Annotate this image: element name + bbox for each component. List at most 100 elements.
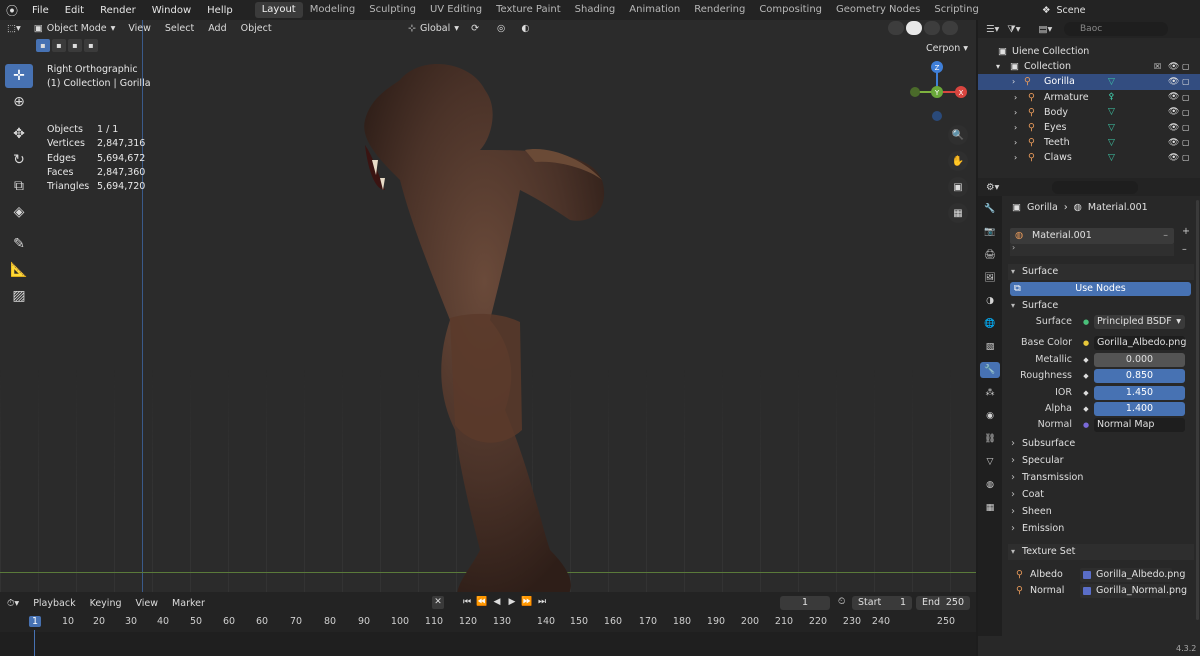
outliner-row-body[interactable]: › ⚲ Body ▽ 👁 ▢	[978, 105, 1200, 120]
data-tab-icon[interactable]: ▽	[980, 454, 1000, 470]
menu-edit[interactable]: Edit	[57, 5, 92, 16]
texture-set-panel-header[interactable]: Texture Set	[1008, 544, 1194, 560]
tool-tab-icon[interactable]: 🔧	[980, 201, 1000, 217]
tab-layout[interactable]: Layout	[254, 2, 303, 18]
blender-logo-icon[interactable]: ⦿	[0, 2, 24, 19]
select-new-icon[interactable]: ▪	[36, 39, 50, 52]
select-extend-icon[interactable]: ▪	[52, 39, 66, 52]
render-tab-icon[interactable]: 📷	[980, 224, 1000, 240]
editor-type-icon[interactable]: ⬚▾	[0, 23, 28, 34]
tab-shading[interactable]: Shading	[568, 2, 623, 18]
cursor-tool-icon[interactable]: ⊕	[5, 90, 33, 114]
chevron-right-icon[interactable]: ›	[1014, 138, 1017, 147]
menu-help[interactable]: Hellp	[199, 5, 241, 16]
eye-icon[interactable]: 👁	[1168, 107, 1179, 117]
timeline-menu-marker[interactable]: Marker	[165, 598, 212, 609]
output-tab-icon[interactable]: 🖨	[980, 247, 1000, 263]
scene-selector[interactable]: ❖ Scene	[1042, 5, 1086, 16]
select-invert-icon[interactable]: ▪	[84, 39, 98, 52]
add-slot-icon[interactable]: +	[1182, 226, 1190, 237]
wireframe-shading-icon[interactable]	[888, 21, 904, 35]
eye-icon[interactable]: 👁	[1168, 77, 1179, 87]
coat-panel[interactable]: Coat	[1008, 487, 1194, 503]
material-tab-icon[interactable]: ◍	[980, 477, 1000, 493]
chevron-right-icon[interactable]: ›	[1012, 77, 1015, 86]
viewport-menu-object[interactable]: Object	[234, 23, 279, 34]
outliner-row-collection[interactable]: ▾ ▣ Collection ☒ 👁 ▢	[978, 59, 1200, 74]
properties-editor-icon[interactable]: ⚙▾	[986, 182, 999, 193]
viewport-menu-select[interactable]: Select	[158, 23, 201, 34]
outliner-editor-icon[interactable]: ☰▾	[986, 24, 999, 35]
transform-orientation[interactable]: ⊹ Global ▾ ⟳ ◎ ◐	[408, 20, 530, 36]
tab-modeling[interactable]: Modeling	[303, 2, 363, 18]
properties-scrollbar[interactable]	[1196, 200, 1199, 620]
subsurface-panel[interactable]: Subsurface	[1008, 436, 1194, 452]
constraints-tab-icon[interactable]: ⛓	[980, 431, 1000, 447]
tab-texture-paint[interactable]: Texture Paint	[489, 2, 568, 18]
chevron-right-icon[interactable]: ›	[1014, 123, 1017, 132]
play-reverse-icon[interactable]: ◀	[491, 596, 503, 609]
scene-tab-icon[interactable]: ◑	[980, 293, 1000, 309]
material-slot-list-empty[interactable]: ›	[1010, 243, 1174, 256]
camera-icon[interactable]: ▢	[1182, 62, 1190, 71]
albedo-texture-field[interactable]: Gorilla_Albedo.png	[1080, 568, 1185, 582]
play-icon[interactable]: ▶	[506, 596, 518, 609]
end-frame-field[interactable]: End 250	[916, 596, 970, 610]
world-tab-icon[interactable]: 🌐	[980, 316, 1000, 332]
solid-shading-icon[interactable]	[906, 21, 922, 35]
tab-compositing[interactable]: Compositing	[752, 2, 829, 18]
eye-icon[interactable]: 👁	[1168, 123, 1179, 133]
metallic-slider[interactable]: 0.000	[1094, 353, 1185, 367]
timeline-menu-playback[interactable]: Playback	[26, 598, 82, 609]
base-color-texture-field[interactable]: Gorilla_Albedo.png	[1094, 336, 1186, 350]
camera-icon[interactable]: ▢	[1182, 138, 1190, 147]
camera-icon[interactable]: ▢	[1182, 153, 1190, 162]
remove-slot-button-icon[interactable]: –	[1182, 244, 1187, 255]
surface-shader-select[interactable]: Principled BSDF ▾	[1094, 315, 1185, 329]
normal-map-field[interactable]: Normal Map	[1094, 418, 1185, 432]
playhead[interactable]	[34, 630, 35, 656]
particles-tab-icon[interactable]: ⁂	[980, 385, 1000, 401]
tab-sculpting[interactable]: Sculpting	[362, 2, 423, 18]
transmission-panel[interactable]: Transmission	[1008, 470, 1194, 486]
material-slot[interactable]: ◍ Material.001 –	[1010, 228, 1174, 244]
next-key-icon[interactable]: ⏩	[521, 596, 533, 609]
chevron-right-icon[interactable]: ›	[1014, 153, 1017, 162]
eye-icon[interactable]: 👁	[1168, 138, 1179, 148]
tab-geometry-nodes[interactable]: Geometry Nodes	[829, 2, 927, 18]
timeline-menu-keying[interactable]: Keying	[83, 598, 129, 609]
camera-icon[interactable]: ▢	[1182, 108, 1190, 117]
scale-tool-icon[interactable]: ⧉	[5, 174, 33, 198]
sheen-panel[interactable]: Sheen	[1008, 504, 1194, 520]
rendered-shading-icon[interactable]	[942, 21, 958, 35]
chevron-right-icon[interactable]: ›	[1014, 108, 1017, 117]
camera-view-icon[interactable]: ▣	[948, 177, 968, 197]
close-icon[interactable]: ✕	[432, 596, 444, 609]
camera-icon[interactable]: ▢	[1182, 77, 1190, 86]
timeline-menu-view[interactable]: View	[129, 598, 166, 609]
move-tool-icon[interactable]: ✥	[5, 122, 33, 146]
jump-start-icon[interactable]: ⏮	[461, 596, 473, 609]
rotate-tool-icon[interactable]: ↻	[5, 148, 33, 172]
viewport-menu-view[interactable]: View	[121, 23, 158, 34]
chevron-right-icon[interactable]: ›	[1012, 243, 1015, 252]
modifier-tab-icon[interactable]: 🔧	[980, 362, 1000, 378]
menu-file[interactable]: File	[24, 5, 57, 16]
ior-slider[interactable]: 1.450	[1094, 386, 1185, 400]
pivot-icon[interactable]: ⟳	[471, 23, 479, 34]
menu-render[interactable]: Render	[92, 5, 144, 16]
outliner-row-scene-collection[interactable]: ▣ Uiene Collection	[978, 44, 1200, 59]
display-mode-icon[interactable]: ▤▾	[1039, 24, 1053, 35]
gizmo-neg-y-handle[interactable]	[910, 87, 920, 97]
normal-texture-field[interactable]: Gorilla_Normal.png	[1080, 584, 1187, 598]
prev-key-icon[interactable]: ⏪	[476, 596, 488, 609]
camera-icon[interactable]: ▢	[1182, 123, 1190, 132]
outliner-row-eyes[interactable]: › ⚲ Eyes ▽ 👁 ▢	[978, 120, 1200, 135]
pan-hand-icon[interactable]: ✋	[948, 151, 968, 171]
use-nodes-button[interactable]: ⧉ Use Nodes	[1010, 282, 1191, 296]
add-cube-tool-icon[interactable]: ▨	[5, 284, 33, 308]
stopwatch-icon[interactable]: ⏲	[838, 596, 845, 607]
surface-panel-header[interactable]: Surface	[1008, 264, 1194, 280]
current-frame-field[interactable]: 1	[780, 596, 830, 610]
select-subtract-icon[interactable]: ▪	[68, 39, 82, 52]
